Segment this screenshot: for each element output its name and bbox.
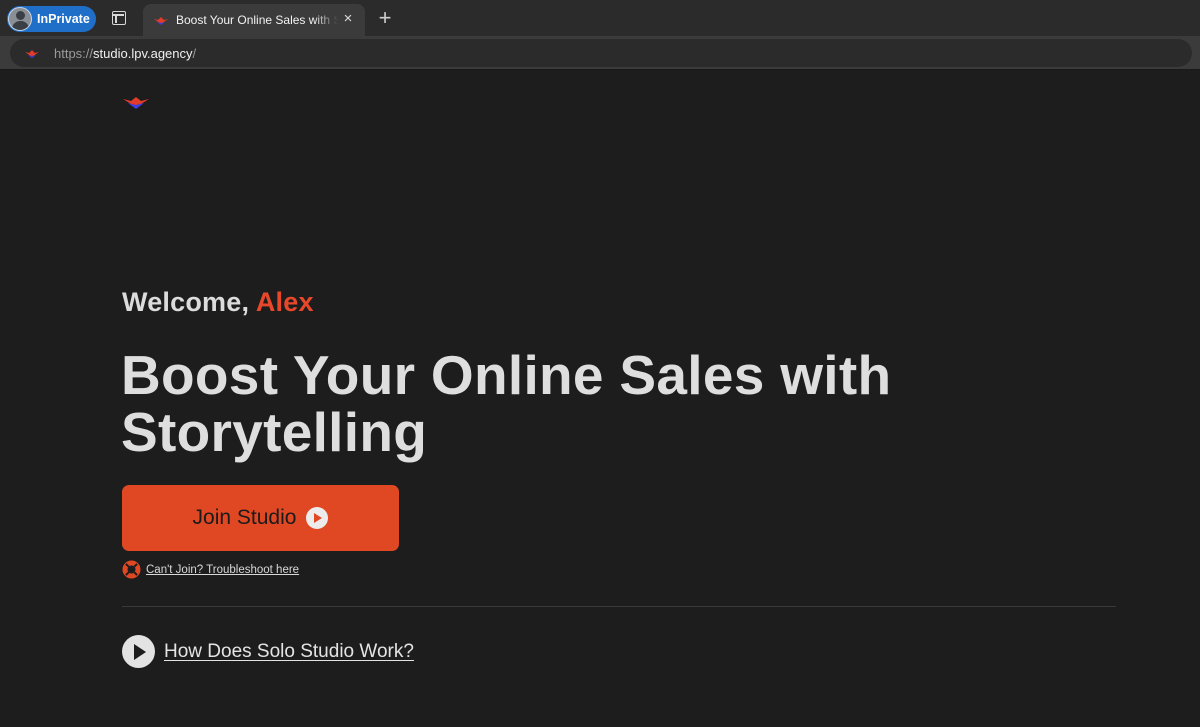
site-favicon-icon	[24, 47, 40, 59]
browser-tab-bar: InPrivate Boost Your Online Sales with S…	[0, 0, 1200, 36]
play-circle-icon	[122, 635, 155, 668]
profile-avatar-icon	[8, 7, 32, 31]
inprivate-label: InPrivate	[37, 12, 90, 26]
page-content: Welcome, Alex Boost Your Online Sales wi…	[0, 71, 1200, 727]
tab-actions-icon[interactable]	[112, 11, 126, 25]
address-bar-row: https://studio.lpv.agency/	[0, 36, 1200, 70]
user-name: Alex	[255, 287, 314, 317]
new-tab-button[interactable]: +	[376, 7, 394, 29]
lifebuoy-icon	[122, 560, 141, 579]
url-path: /	[192, 45, 197, 61]
brand-logo-icon[interactable]	[122, 96, 150, 110]
how-it-works-link[interactable]: How Does Solo Studio Work?	[122, 635, 414, 668]
welcome-heading: Welcome, Alex	[122, 287, 314, 318]
troubleshoot-link[interactable]: Can't Join? Troubleshoot here	[122, 560, 299, 579]
troubleshoot-text: Can't Join? Troubleshoot here	[146, 563, 300, 576]
join-studio-button[interactable]: Join Studio	[122, 485, 399, 551]
active-tab[interactable]: Boost Your Online Sales with Storytellin…	[143, 4, 365, 36]
tab-favicon-icon	[153, 14, 169, 26]
tab-close-icon[interactable]: ×	[341, 11, 355, 26]
welcome-prefix: Welcome,	[122, 287, 250, 317]
inprivate-badge[interactable]: InPrivate	[7, 6, 96, 32]
join-studio-label: Join Studio	[192, 506, 297, 529]
page-title: Boost Your Online Sales with Storytellin…	[121, 344, 892, 463]
how-it-works-text: How Does Solo Studio Work?	[164, 640, 414, 662]
url-scheme: https://	[54, 45, 94, 61]
url-text: https://studio.lpv.agency/	[54, 46, 196, 61]
section-divider	[122, 606, 1116, 607]
address-bar[interactable]: https://studio.lpv.agency/	[10, 39, 1192, 67]
play-circle-icon	[306, 507, 329, 529]
tab-title: Boost Your Online Sales with Storytellin…	[176, 13, 338, 27]
url-host: studio.lpv.agency	[93, 45, 193, 61]
